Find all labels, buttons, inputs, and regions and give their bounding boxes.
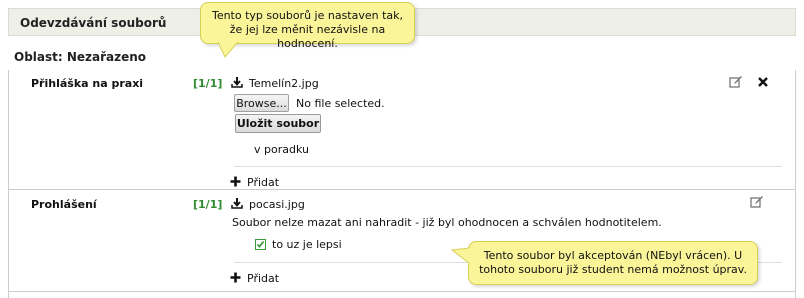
download-icon[interactable] (231, 76, 243, 88)
area-label: Oblast: Nezařazeno (14, 50, 147, 64)
file-count: [1/1] (193, 198, 223, 211)
item-label-prohlaseni: Prohlášení (31, 198, 97, 211)
close-icon[interactable] (757, 76, 769, 88)
item-separator (234, 166, 782, 167)
file-count: [1/1] (193, 77, 223, 90)
tooltip-tail (451, 247, 471, 266)
file-link-temelin[interactable]: Temelín2.jpg (249, 77, 319, 90)
bottom-border (8, 291, 796, 292)
file-link-pocasi[interactable]: pocasi.jpg (249, 198, 305, 211)
browse-button[interactable]: Browse... (234, 94, 289, 112)
checkbox-icon (255, 239, 266, 250)
left-border (8, 70, 9, 298)
item-label-prihlaska: Přihláška na praxi (31, 77, 144, 90)
section-title: Odevzdávání souborů (20, 16, 167, 30)
add-file-link[interactable]: Přidat (247, 272, 279, 285)
right-border (795, 70, 796, 298)
edit-icon[interactable] (750, 195, 764, 209)
plus-icon[interactable] (230, 176, 241, 187)
save-file-button[interactable]: Uložit soubor (235, 114, 321, 133)
accepted-file-tooltip: Tento soubor byl akceptován (NEbyl vráce… (468, 241, 758, 285)
item-divider (8, 189, 796, 190)
file-input-status: No file selected. (296, 97, 385, 110)
evaluator-note: v poradku (254, 143, 309, 156)
locked-status-text: Soubor nelze mazat ani nahradit - již by… (232, 216, 662, 229)
tooltip-tail (218, 42, 239, 58)
download-icon[interactable] (231, 197, 243, 209)
add-file-link[interactable]: Přidat (247, 176, 279, 189)
file-type-tooltip: Tento typ souborů je nastaven tak, že je… (200, 2, 415, 50)
evaluator-note: to uz je lepsi (272, 238, 342, 251)
edit-icon[interactable] (729, 75, 743, 89)
file-submission-page: Odevzdávání souborů Oblast: Nezařazeno P… (0, 0, 804, 298)
plus-icon[interactable] (230, 272, 241, 283)
